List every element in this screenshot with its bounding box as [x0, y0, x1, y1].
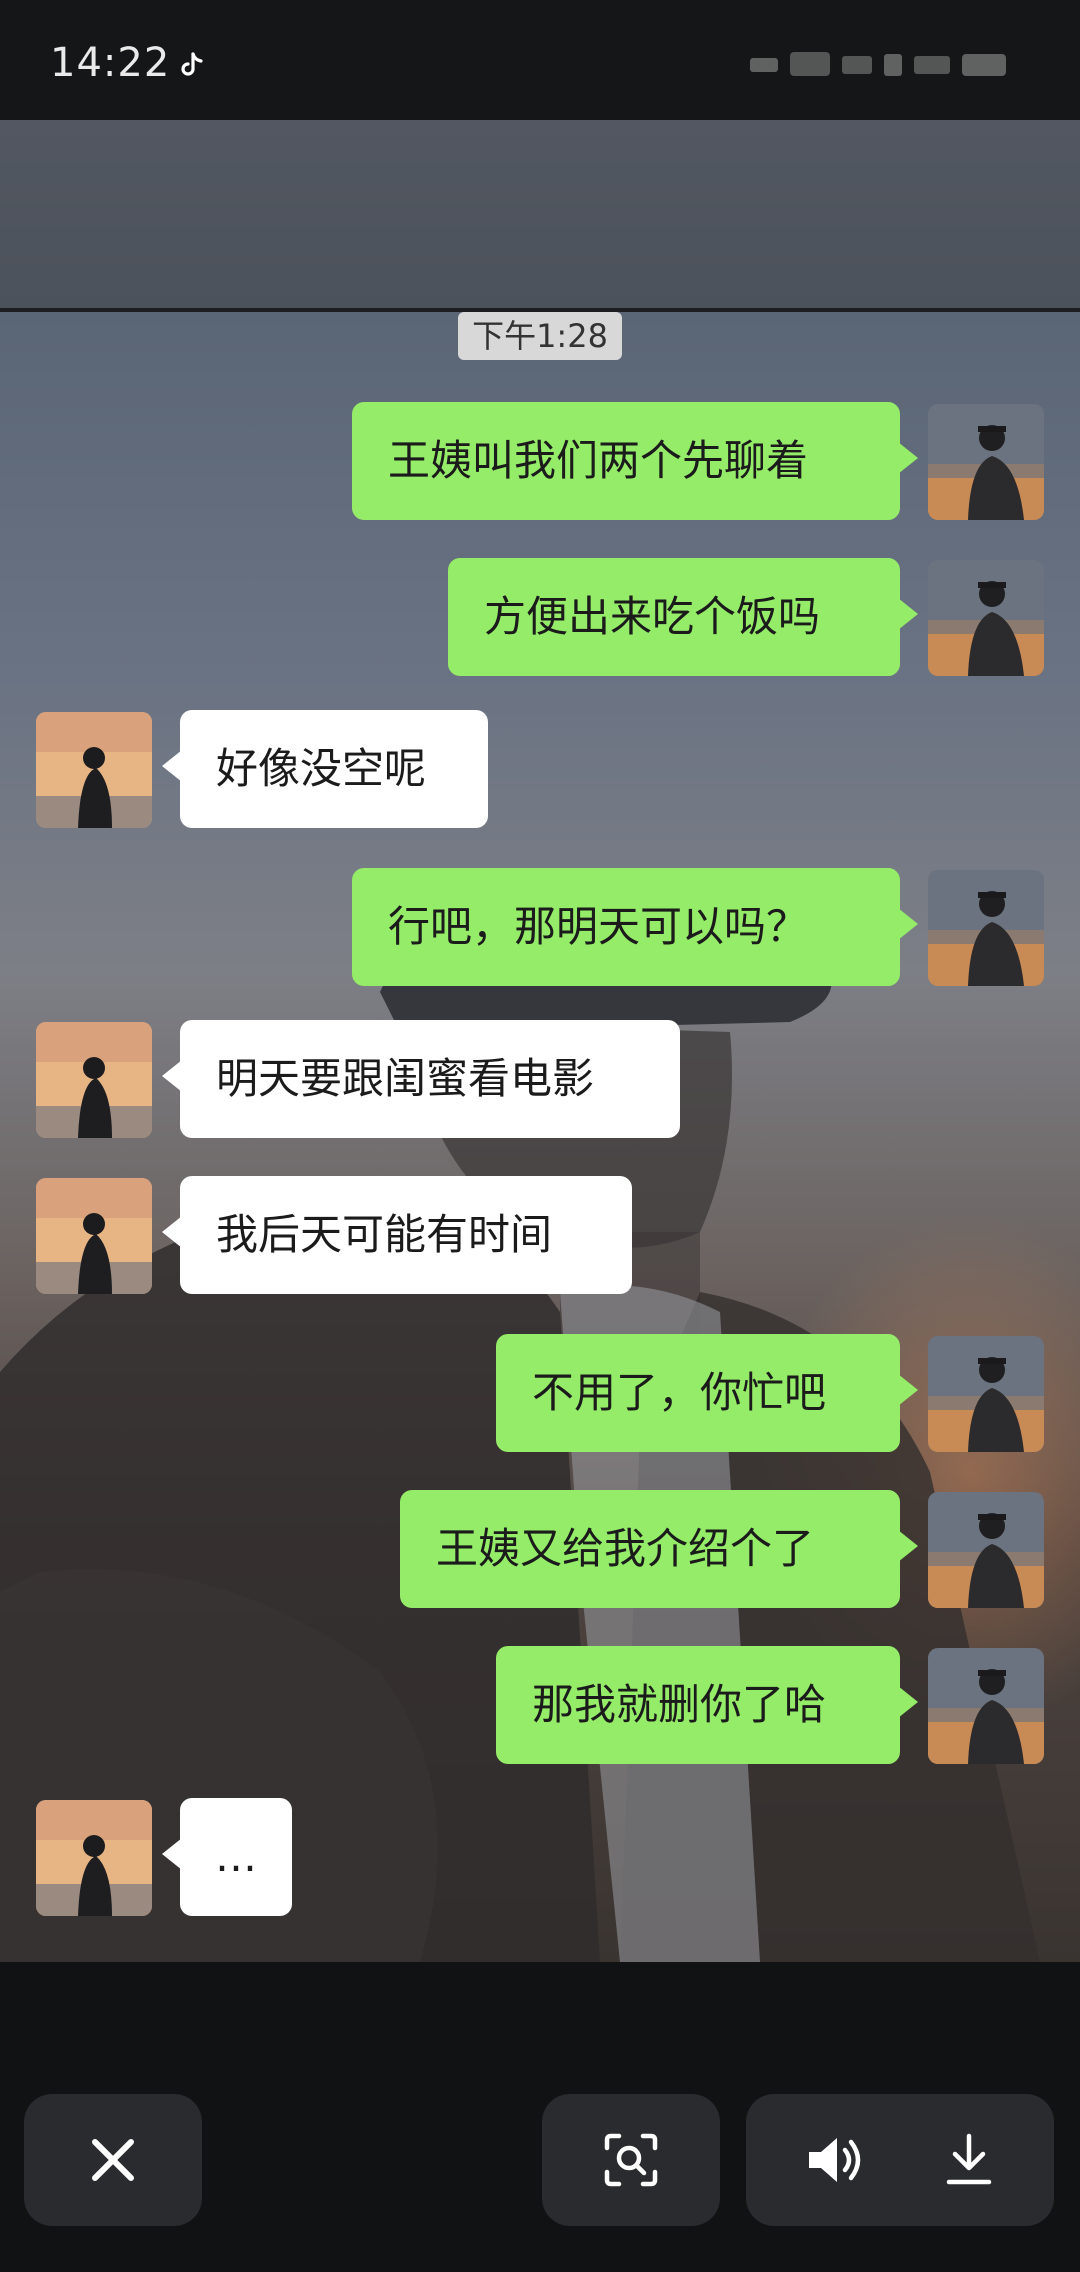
chat-screenshot: 下午1:28 王姨叫我们两个先聊着 方便出来吃个饭吗 好像没空呢 行吧，那明天可… — [0, 312, 1080, 1962]
my-avatar[interactable] — [928, 1336, 1044, 1452]
my-avatar[interactable] — [928, 1648, 1044, 1764]
my-message-bubble: 王姨又给我介绍个了 — [400, 1490, 918, 1608]
my-message-bubble: 那我就删你了哈 — [496, 1646, 918, 1764]
close-button[interactable] — [24, 2094, 202, 2226]
close-icon — [92, 2139, 134, 2181]
my-avatar[interactable] — [928, 404, 1044, 520]
their-avatar[interactable] — [36, 1022, 152, 1138]
my-avatar[interactable] — [928, 1492, 1044, 1608]
tiktok-icon — [181, 52, 203, 76]
status-time: 14:22 — [50, 40, 171, 86]
chat-timestamp: 下午1:28 — [458, 312, 622, 360]
download-icon[interactable] — [943, 2132, 995, 2188]
bottom-action-bar — [0, 2078, 1080, 2272]
background-person-image — [0, 872, 1040, 1962]
their-avatar[interactable] — [36, 1800, 152, 1916]
my-message-bubble: 行吧，那明天可以吗？ — [352, 868, 918, 986]
my-message-bubble: 王姨叫我们两个先聊着 — [352, 402, 918, 520]
my-message-bubble: 不用了，你忙吧 — [496, 1334, 918, 1452]
status-icons — [750, 52, 1006, 76]
their-message-bubble: 明天要跟闺蜜看电影 — [162, 1020, 680, 1138]
top-band — [0, 120, 1080, 310]
image-search-icon — [604, 2133, 658, 2187]
status-bar: 14:22 — [0, 0, 1080, 120]
their-avatar[interactable] — [36, 1178, 152, 1294]
their-message-bubble: 我后天可能有时间 — [162, 1176, 632, 1294]
image-search-button[interactable] — [542, 2094, 720, 2226]
media-controls-group — [746, 2094, 1054, 2226]
their-message-bubble: 好像没空呢 — [162, 710, 488, 828]
my-message-bubble: 方便出来吃个饭吗 — [448, 558, 918, 676]
volume-icon[interactable] — [805, 2132, 865, 2188]
my-avatar[interactable] — [928, 870, 1044, 986]
their-avatar[interactable] — [36, 712, 152, 828]
my-avatar[interactable] — [928, 560, 1044, 676]
their-message-bubble: … — [162, 1798, 292, 1916]
